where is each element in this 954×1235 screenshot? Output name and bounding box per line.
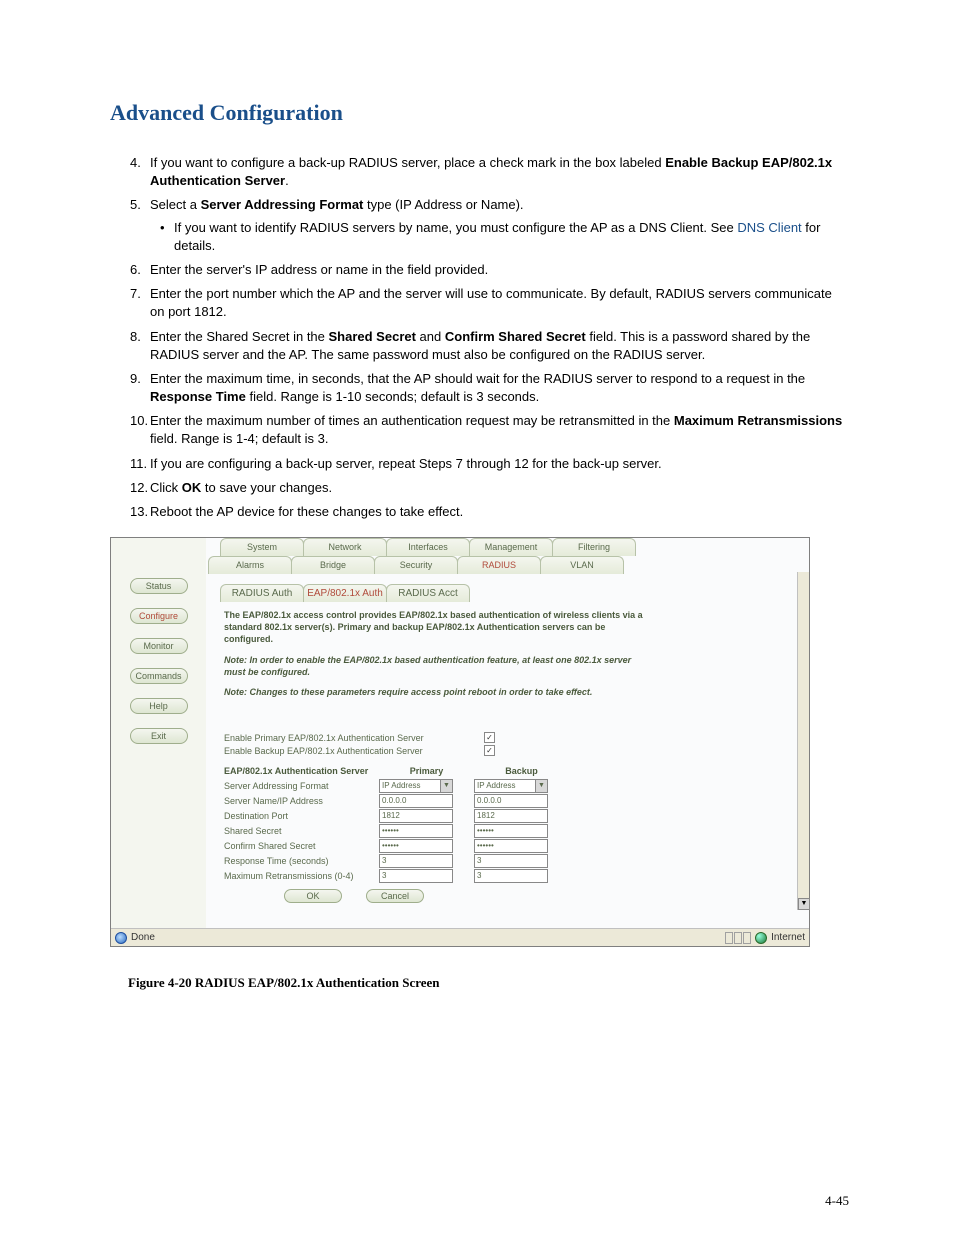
panel-description: The EAP/802.1x access control provides E…	[224, 610, 644, 645]
input-primary-confirm[interactable]: ••••••	[379, 839, 453, 853]
label-secret: Shared Secret	[224, 826, 379, 836]
chevron-down-icon: ▼	[440, 780, 452, 792]
step-5: 5. Select a Server Addressing Format typ…	[130, 196, 849, 255]
input-backup-secret[interactable]: ••••••	[474, 824, 548, 838]
sidebar-exit[interactable]: Exit	[130, 728, 188, 744]
embedded-screenshot: Status Configure Monitor Commands Help E…	[110, 537, 810, 947]
select-backup-addr-format[interactable]: IP Address▼	[474, 779, 548, 793]
step-7: 7.Enter the port number which the AP and…	[130, 285, 849, 321]
subtab-radius-acct[interactable]: RADIUS Acct	[386, 584, 470, 602]
sidebar-status[interactable]: Status	[130, 578, 188, 594]
tab-radius[interactable]: RADIUS	[457, 556, 541, 574]
label-enable-backup: Enable Backup EAP/802.1x Authentication …	[224, 746, 444, 756]
select-primary-addr-format[interactable]: IP Address▼	[379, 779, 453, 793]
status-done: Done	[131, 932, 155, 943]
scroll-down-icon[interactable]: ▼	[798, 898, 810, 910]
label-port: Destination Port	[224, 811, 379, 821]
step-12: 12. Click OK to save your changes.	[130, 479, 849, 497]
sidebar-configure[interactable]: Configure	[130, 608, 188, 624]
sidebar-help[interactable]: Help	[130, 698, 188, 714]
status-internet: Internet	[771, 932, 805, 943]
label-retrans: Maximum Retransmissions (0-4)	[224, 871, 379, 881]
input-primary-port[interactable]: 1812	[379, 809, 453, 823]
step-8: 8. Enter the Shared Secret in the Shared…	[130, 328, 849, 364]
tab-system[interactable]: System	[220, 538, 304, 556]
section-heading: Advanced Configuration	[110, 100, 849, 126]
scrollbar[interactable]: ▼	[797, 572, 809, 910]
input-backup-resp[interactable]: 3	[474, 854, 548, 868]
step-11: 11.If you are configuring a back-up serv…	[130, 455, 849, 473]
step-9: 9. Enter the maximum time, in seconds, t…	[130, 370, 849, 406]
input-backup-port[interactable]: 1812	[474, 809, 548, 823]
step-6: 6.Enter the server's IP address or name …	[130, 261, 849, 279]
input-backup-ip[interactable]: 0.0.0.0	[474, 794, 548, 808]
panel-note-2: Note: Changes to these parameters requir…	[224, 687, 644, 699]
tab-interfaces[interactable]: Interfaces	[386, 538, 470, 556]
panel-note-1: Note: In order to enable the EAP/802.1x …	[224, 655, 644, 678]
sidebar: Status Configure Monitor Commands Help E…	[111, 538, 206, 928]
dns-client-link[interactable]: DNS Client	[737, 220, 801, 235]
input-primary-secret[interactable]: ••••••	[379, 824, 453, 838]
globe-icon	[755, 932, 767, 944]
status-bar: Done Internet	[111, 928, 809, 946]
sidebar-commands[interactable]: Commands	[130, 668, 188, 684]
cancel-button[interactable]: Cancel	[366, 889, 424, 903]
checkbox-enable-backup[interactable]: ✓	[484, 745, 495, 756]
input-primary-ip[interactable]: 0.0.0.0	[379, 794, 453, 808]
tab-filtering[interactable]: Filtering	[552, 538, 636, 556]
figure-caption: Figure 4-20 RADIUS EAP/802.1x Authentica…	[128, 975, 849, 991]
tab-management[interactable]: Management	[469, 538, 553, 556]
tab-security[interactable]: Security	[374, 556, 458, 574]
tab-alarms[interactable]: Alarms	[208, 556, 292, 574]
step-10: 10. Enter the maximum number of times an…	[130, 412, 849, 448]
tab-bridge[interactable]: Bridge	[291, 556, 375, 574]
col-server: EAP/802.1x Authentication Server	[224, 766, 379, 776]
input-primary-retrans[interactable]: 3	[379, 869, 453, 883]
step-13: 13.Reboot the AP device for these change…	[130, 503, 849, 521]
tab-network[interactable]: Network	[303, 538, 387, 556]
subtab-radius-auth[interactable]: RADIUS Auth	[220, 584, 304, 602]
chevron-down-icon: ▼	[535, 780, 547, 792]
label-name-ip: Server Name/IP Address	[224, 796, 379, 806]
col-primary: Primary	[379, 766, 474, 776]
ie-icon	[115, 932, 127, 944]
step-5-sub: If you want to identify RADIUS servers b…	[172, 219, 849, 255]
tab-vlan[interactable]: VLAN	[540, 556, 624, 574]
input-backup-confirm[interactable]: ••••••	[474, 839, 548, 853]
instruction-list: 4. If you want to configure a back-up RA…	[110, 154, 849, 521]
subtab-eap-auth[interactable]: EAP/802.1x Auth	[303, 584, 387, 602]
input-primary-resp[interactable]: 3	[379, 854, 453, 868]
step-4: 4. If you want to configure a back-up RA…	[130, 154, 849, 190]
checkbox-enable-primary[interactable]: ✓	[484, 732, 495, 743]
page-number: 4-45	[825, 1193, 849, 1209]
label-confirm-secret: Confirm Shared Secret	[224, 841, 379, 851]
label-enable-primary: Enable Primary EAP/802.1x Authentication…	[224, 733, 444, 743]
ok-button[interactable]: OK	[284, 889, 342, 903]
input-backup-retrans[interactable]: 3	[474, 869, 548, 883]
label-addr-format: Server Addressing Format	[224, 781, 379, 791]
col-backup: Backup	[474, 766, 569, 776]
sidebar-monitor[interactable]: Monitor	[130, 638, 188, 654]
label-response-time: Response Time (seconds)	[224, 856, 379, 866]
